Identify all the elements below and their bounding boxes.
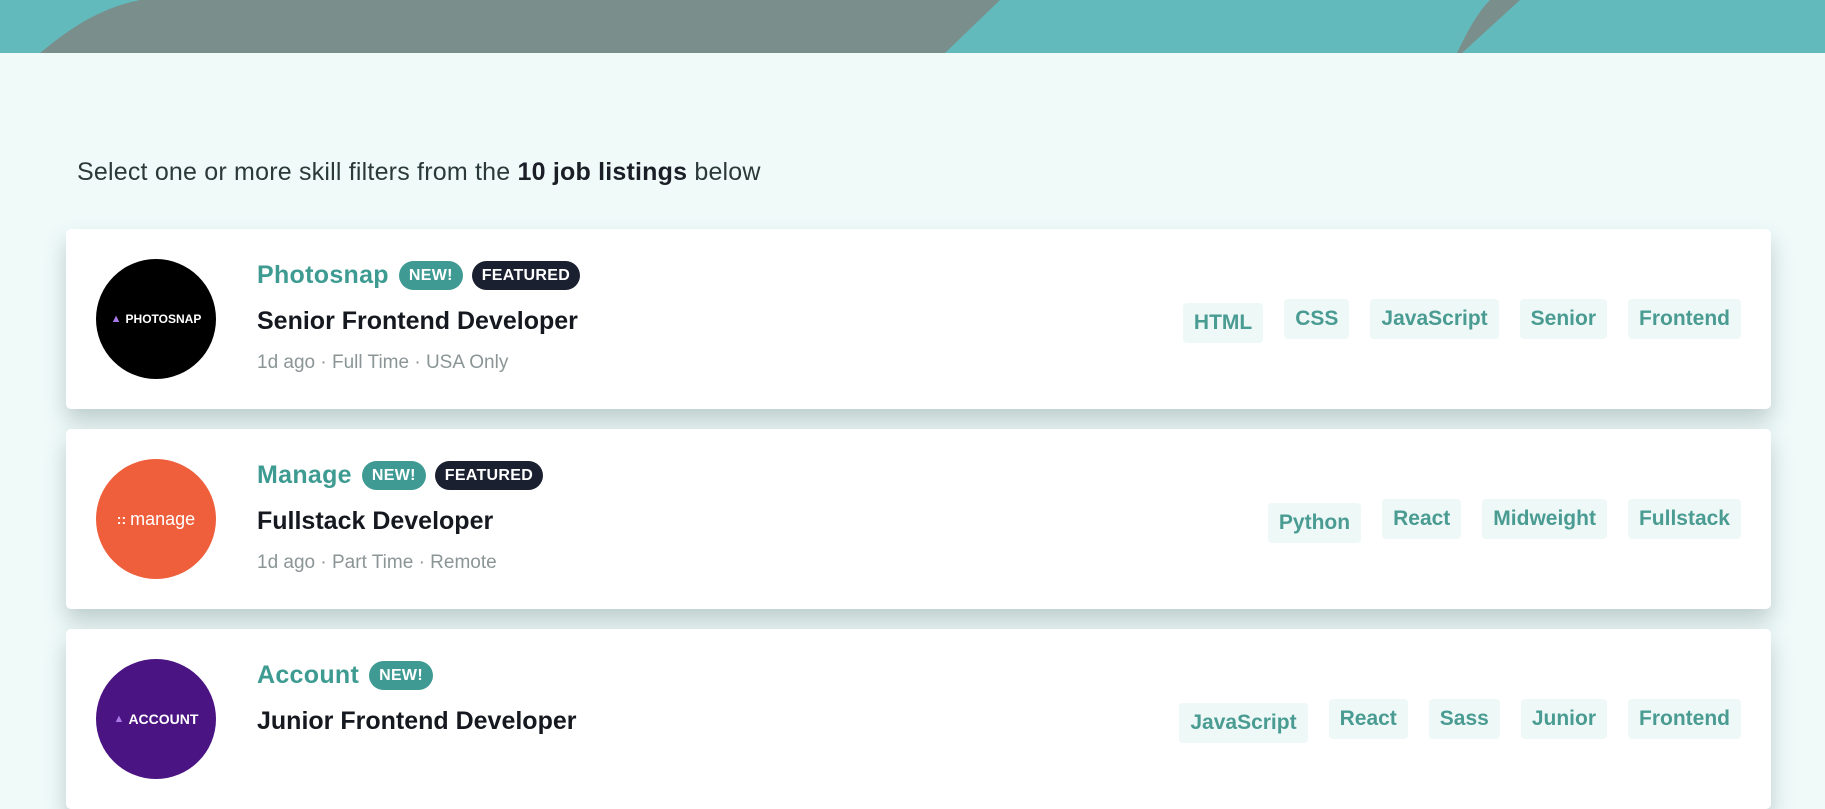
job-position[interactable]: Fullstack Developer (257, 507, 493, 536)
skill-tag[interactable]: Python (1267, 503, 1362, 543)
job-meta: 1d ago · Full Time · USA Only (257, 352, 509, 373)
logo-mark-icon: :: (116, 511, 127, 527)
new-badge: NEW! (369, 661, 433, 690)
subtitle-prefix: Select one or more skill filters from th… (77, 158, 518, 186)
job-position[interactable]: Senior Frontend Developer (257, 307, 578, 336)
skill-tag[interactable]: Frontend (1628, 299, 1741, 339)
logo-text: PHOTOSNAP (125, 312, 202, 326)
job-count: 10 job listings (517, 158, 688, 186)
company-logo: ▲ PHOTOSNAP (96, 259, 216, 379)
new-badge: NEW! (398, 261, 463, 290)
skill-tag[interactable]: Midweight (1482, 499, 1607, 539)
company-logo: :: manage (96, 459, 216, 579)
skill-tag[interactable]: HTML (1182, 303, 1264, 343)
job-position[interactable]: Junior Frontend Developer (257, 707, 576, 736)
job-card: ▲ PHOTOSNAP Photosnap NEW! FEATURED Seni… (66, 229, 1771, 409)
listing-subtitle: Select one or more skill filters from th… (77, 158, 761, 187)
logo-text: manage (130, 508, 196, 529)
tag-list: HTML CSS JavaScript Senior Frontend (1182, 299, 1741, 343)
header-banner (0, 0, 1825, 53)
subtitle-suffix: below (687, 158, 761, 186)
skill-tag[interactable]: Frontend (1628, 699, 1741, 739)
skill-tag[interactable]: CSS (1284, 299, 1350, 339)
skill-tag[interactable]: React (1328, 699, 1408, 739)
skill-tag[interactable]: React (1382, 499, 1462, 539)
logo-text: ACCOUNT (128, 711, 199, 727)
company-logo: ▲ ACCOUNT (96, 659, 216, 779)
company-row: Manage NEW! FEATURED (257, 461, 552, 490)
featured-badge: FEATURED (434, 461, 544, 490)
company-row: Photosnap NEW! FEATURED (257, 261, 589, 290)
skill-tag[interactable]: JavaScript (1179, 703, 1308, 743)
skill-tag[interactable]: Junior (1520, 699, 1608, 739)
skill-tag[interactable]: Senior (1519, 299, 1608, 339)
job-meta: 1d ago · Part Time · Remote (257, 552, 497, 573)
header-pattern (40, 0, 1520, 53)
featured-badge: FEATURED (471, 261, 581, 290)
skill-tag[interactable]: Fullstack (1627, 499, 1741, 539)
job-card: :: manage Manage NEW! FEATURED Fullstack… (66, 429, 1771, 609)
logo-mark-icon: ▲ (113, 713, 125, 725)
company-row: Account NEW! (257, 661, 442, 690)
tag-list: JavaScript React Sass Junior Frontend (1179, 699, 1741, 743)
skill-tag[interactable]: JavaScript (1370, 299, 1499, 339)
new-badge: NEW! (361, 461, 426, 490)
tag-list: Python React Midweight Fullstack (1267, 499, 1741, 543)
company-name: Photosnap (257, 261, 389, 289)
job-card: ▲ ACCOUNT Account NEW! Junior Frontend D… (66, 629, 1771, 809)
logo-mark-icon: ▲ (110, 313, 122, 325)
company-name: Account (257, 661, 360, 689)
company-name: Manage (257, 461, 352, 489)
skill-tag[interactable]: Sass (1428, 699, 1500, 739)
